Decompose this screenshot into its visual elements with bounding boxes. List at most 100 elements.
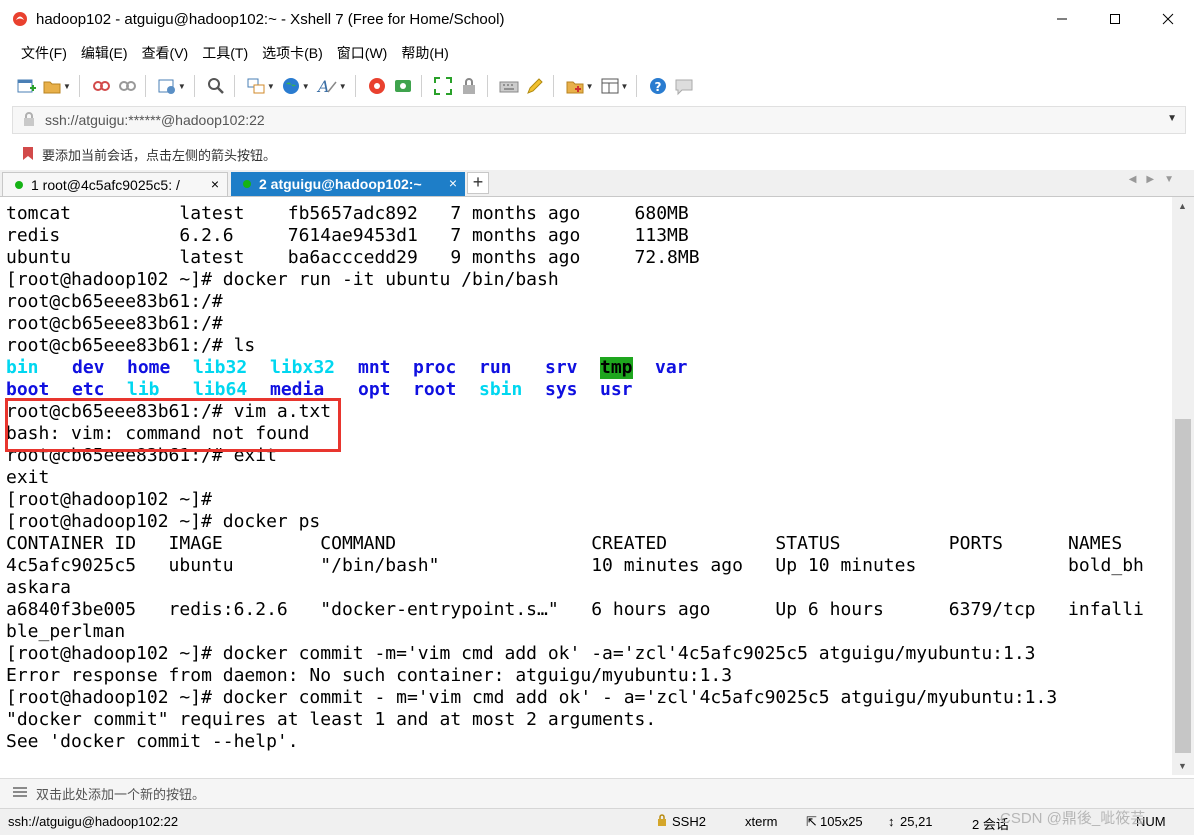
chat-icon: [675, 79, 693, 96]
terminal-line: [root@hadoop102 ~]# docker run -it ubunt…: [6, 269, 559, 290]
ls-entry-root: root: [413, 379, 457, 400]
address-text: ssh://atguigu:******@hadoop102:22: [45, 112, 265, 128]
properties-button[interactable]: ▼: [157, 75, 186, 97]
terminal-line: ubuntu latest ba6acccedd29 9 months ago …: [6, 247, 700, 268]
ls-entry-libx32: libx32: [270, 357, 336, 378]
lock-button[interactable]: [459, 75, 479, 97]
keyboard-button[interactable]: [499, 75, 519, 97]
ls-entry-proc: proc: [413, 357, 457, 378]
help-button[interactable]: ?: [648, 75, 668, 97]
terminal-line: CONTAINER ID IMAGE COMMAND CREATED STATU…: [6, 533, 1123, 554]
folder-icon: [43, 81, 61, 94]
find-button[interactable]: [206, 75, 226, 97]
terminal-line: exit: [6, 467, 50, 488]
transfer-button[interactable]: ▼: [246, 75, 275, 97]
tab-bar: 1 root@4c5afc9025c5: / × 2 atguigu@hadoo…: [0, 170, 1194, 197]
highlight-button[interactable]: [525, 75, 545, 97]
address-bar[interactable]: ssh://atguigu:******@hadoop102:22 ▼: [12, 106, 1186, 134]
xshell-logo-icon: [12, 11, 28, 27]
annotation-highlight-box: [5, 398, 341, 452]
terminal-output[interactable]: tomcat latest fb5657adc892 7 months ago …: [0, 197, 1172, 775]
status-size: 105x25: [820, 814, 863, 829]
connected-status-icon: [15, 180, 23, 189]
ls-entry-opt: opt: [358, 379, 391, 400]
xftp-button[interactable]: [393, 75, 413, 97]
scroll-thumb[interactable]: [1175, 419, 1191, 753]
globe-icon: [282, 78, 299, 94]
hint-text: 要添加当前会话，点击左侧的箭头按钮。: [42, 147, 277, 163]
toolbar: ▼ ▼ ▼ ▼ A ▼ ▼ ▼ ?: [0, 68, 1194, 104]
open-folder-button[interactable]: ▼: [42, 75, 71, 97]
status-terminal-type: xterm: [745, 814, 778, 829]
terminal-line: [root@hadoop102 ~]# docker commit - m='v…: [6, 687, 1058, 708]
new-session-icon: [17, 79, 36, 93]
fullscreen-button[interactable]: [433, 75, 453, 97]
terminal-scrollbar[interactable]: ▲ ▼: [1172, 197, 1194, 775]
globe-button[interactable]: ▼: [281, 75, 310, 97]
settings-window-icon: [158, 79, 175, 94]
quick-command-hint: 双击此处添加一个新的按钮。: [36, 787, 206, 802]
menu-view[interactable]: 查看(V): [135, 43, 196, 63]
close-icon: [1162, 13, 1173, 25]
menu-tab[interactable]: 选项卡(B): [255, 43, 330, 63]
terminal-line: root@cb65eee83b61:/#: [6, 313, 223, 334]
terminal-line: "docker commit" requires at least 1 and …: [6, 709, 657, 730]
chat-button[interactable]: [674, 75, 694, 97]
terminal-line: ble_perlman: [6, 621, 126, 642]
font-button[interactable]: A ▼: [316, 75, 347, 97]
window-title: hadoop102 - atguigu@hadoop102:~ - Xshell…: [36, 10, 505, 28]
add-tab-button[interactable]: +: [467, 172, 489, 194]
toolbar-separator: [233, 75, 235, 97]
toolbar-separator: [552, 75, 554, 97]
terminal-line: [root@hadoop102 ~]# docker ps: [6, 511, 321, 532]
xftp-icon: [394, 80, 411, 92]
terminal-line: redis 6.2.6 7614ae9453d1 7 months ago 11…: [6, 225, 689, 246]
quick-command-bar[interactable]: 双击此处添加一个新的按钮。: [0, 778, 1194, 808]
menu-lines-icon[interactable]: [12, 785, 28, 802]
terminal-line: See 'docker commit --help'.: [6, 731, 299, 752]
scroll-down-icon[interactable]: ▼: [1178, 761, 1187, 771]
tab-label: 1 root@4c5afc9025c5: /: [31, 176, 180, 193]
new-tab-group-button[interactable]: ▼: [565, 75, 594, 97]
close-window-button[interactable]: [1141, 0, 1194, 38]
menu-help[interactable]: 帮助(H): [394, 43, 455, 63]
tab-session-2[interactable]: 2 atguigu@hadoop102:~ ×: [231, 172, 465, 196]
maximize-button[interactable]: [1088, 0, 1141, 38]
close-tab-icon[interactable]: ×: [211, 176, 219, 192]
tab-nav-arrows[interactable]: ◀▶▼: [1129, 174, 1184, 185]
ls-entry-lib32: lib32: [193, 357, 248, 378]
session-hint-bar: 要添加当前会话，点击左侧的箭头按钮。: [0, 140, 1194, 168]
terminal-line: root@cb65eee83b61:/# ls: [6, 335, 256, 356]
reconnect-button[interactable]: [117, 75, 137, 97]
menu-file[interactable]: 文件(F): [14, 43, 74, 63]
new-session-button[interactable]: [16, 75, 36, 97]
ls-entry-run: run: [479, 357, 512, 378]
maximize-icon: [1109, 14, 1120, 24]
disconnect-button[interactable]: [91, 75, 111, 97]
ls-entry-bin: bin: [6, 357, 39, 378]
ls-entry-tmp: tmp: [600, 357, 633, 379]
toolbar-separator: [636, 75, 638, 97]
minimize-button[interactable]: [1035, 0, 1088, 38]
status-protocol: SSH2: [672, 814, 706, 829]
lock-icon: [21, 111, 37, 130]
link-icon: [118, 81, 136, 91]
layout-button[interactable]: ▼: [600, 75, 628, 97]
xshell-button[interactable]: [367, 75, 387, 97]
toolbar-separator: [144, 75, 146, 97]
menu-tools[interactable]: 工具(T): [195, 43, 255, 63]
scroll-up-icon[interactable]: ▲: [1178, 201, 1187, 211]
title-bar: hadoop102 - atguigu@hadoop102:~ - Xshell…: [0, 0, 1194, 38]
menu-edit[interactable]: 编辑(E): [74, 43, 135, 63]
address-dropdown-icon[interactable]: ▼: [1167, 113, 1177, 124]
bookmark-arrow-icon[interactable]: [20, 145, 36, 164]
svg-text:A: A: [316, 77, 330, 96]
tab-group-icon: [566, 81, 584, 94]
toolbar-separator: [354, 75, 356, 97]
menu-window[interactable]: 窗口(W): [330, 43, 395, 63]
close-tab-icon[interactable]: ×: [449, 175, 457, 191]
terminal-line: [root@hadoop102 ~]#: [6, 489, 212, 510]
ls-entry-usr: usr: [600, 379, 633, 400]
tab-session-1[interactable]: 1 root@4c5afc9025c5: / ×: [2, 172, 228, 196]
ls-entry-sbin: sbin: [479, 379, 523, 400]
